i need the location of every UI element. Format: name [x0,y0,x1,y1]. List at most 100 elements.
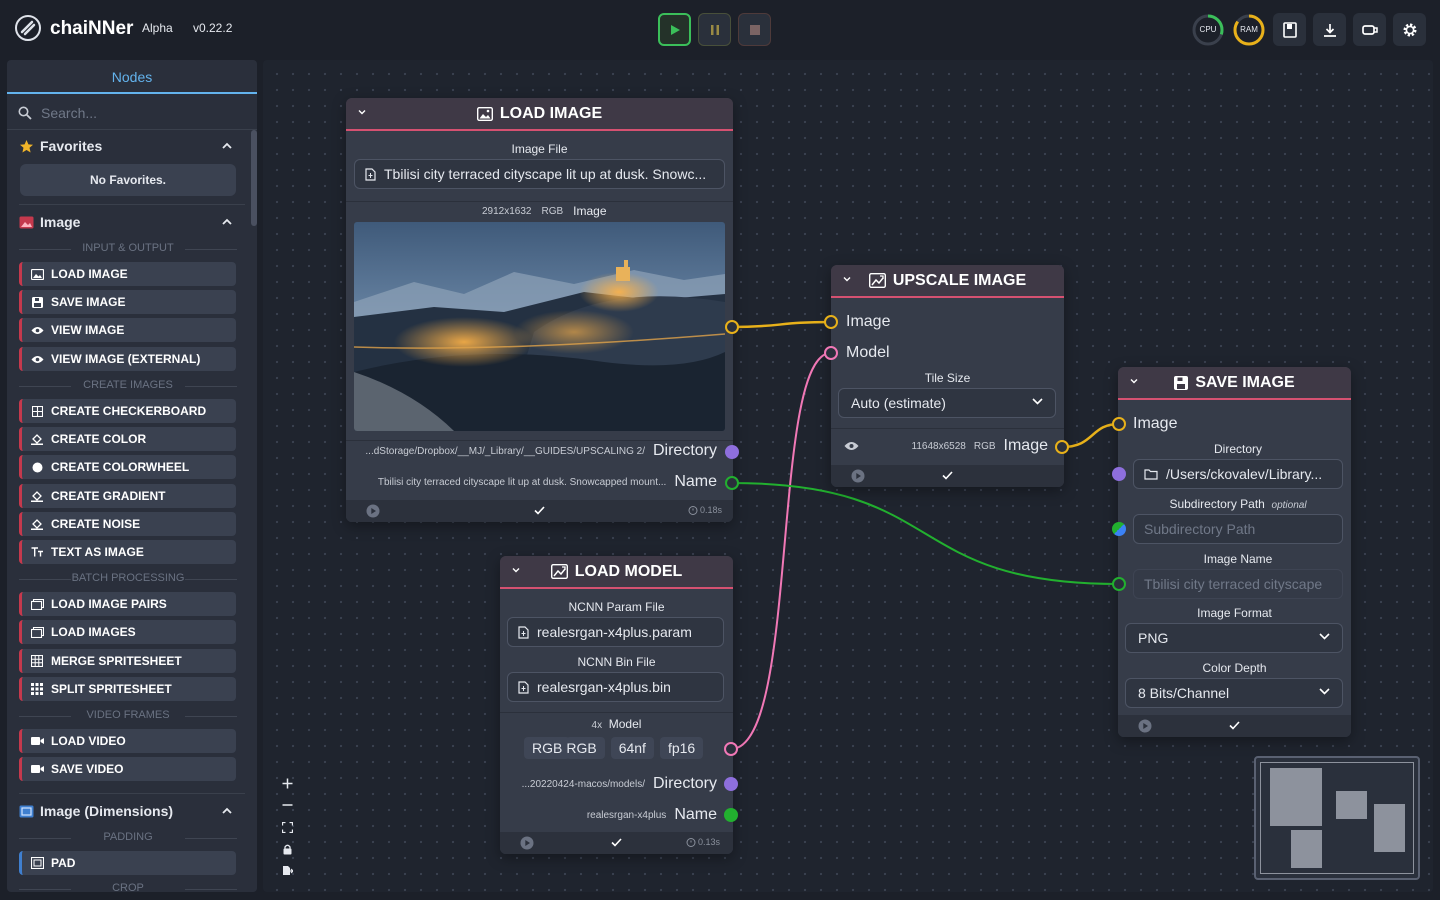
model-output-label: Model [608,717,642,731]
pause-button[interactable] [698,13,731,46]
chevron-down-icon[interactable] [843,276,851,282]
download-button[interactable] [1313,13,1346,46]
fit-view-button[interactable] [278,818,296,836]
model-output-handle[interactable] [724,742,738,756]
sidebar-item-load-image[interactable]: LOAD IMAGE [19,262,236,286]
sidebar-item-create-color[interactable]: CREATE COLOR [19,427,236,451]
save-subdirectory-handle[interactable] [1112,522,1126,536]
upscale-model-input-handle[interactable] [824,346,838,360]
chevron-up-icon[interactable] [221,218,233,226]
node-header[interactable]: LOAD MODEL [500,556,733,589]
eye-icon[interactable] [844,441,859,451]
directory-field[interactable]: /Users/ckovalev/Library... [1133,459,1343,489]
model-tag: fp16 [659,737,704,759]
color-depth-label: Color Depth [1202,661,1267,675]
support-button[interactable] [1353,13,1386,46]
node-header[interactable]: SAVE IMAGE [1118,367,1351,400]
floppy-icon [29,296,45,308]
save-image-input-handle[interactable] [1112,417,1126,431]
directory-value: ...dStorage/Dropbox/__MJ/_Library/__GUID… [365,445,645,457]
image-name-field: Tbilisi city terraced cityscape [1133,569,1343,599]
node-search[interactable]: Search... [7,96,257,130]
chevron-down-icon[interactable] [358,109,366,115]
stop-button[interactable] [738,13,771,46]
node-header[interactable]: LOAD IMAGE [346,98,733,131]
play-circle-icon[interactable] [851,469,865,483]
run-button[interactable] [658,13,691,46]
play-circle-icon[interactable] [1138,719,1152,733]
sidebar-item-split-spritesheet[interactable]: SPLIT SPRITESHEET [19,677,236,701]
sidebar-item-save-image[interactable]: SAVE IMAGE [19,290,236,314]
chevron-up-icon[interactable] [221,142,233,150]
image-format-select[interactable]: PNG [1125,623,1343,653]
sidebar-item-create-gradient[interactable]: CREATE GRADIENT [19,484,236,508]
upscaled-output: 11648x6528 RGB Image [912,437,1048,455]
save-image-node[interactable]: SAVE IMAGE Image Directory /Users/ckoval… [1118,367,1351,737]
directory-output-handle[interactable] [725,445,739,459]
chevron-down-icon[interactable] [1130,378,1138,384]
sidebar-item-save-video[interactable]: SAVE VIDEO [19,757,236,781]
zoom-out-button[interactable] [278,796,296,814]
sidebar-item-load-video[interactable]: LOAD VIDEO [19,729,236,753]
settings-button[interactable] [1393,13,1426,46]
color-depth-select[interactable]: 8 Bits/Channel [1125,678,1343,708]
floppy-icon [1174,375,1189,390]
circle-icon [29,462,45,473]
upscale-image-output-handle[interactable] [1055,440,1069,454]
sidebar-item-load-image-pairs[interactable]: LOAD IMAGE PAIRS [19,592,236,616]
image-input-label: Image [846,313,891,330]
sidebar-item-pad[interactable]: PAD [19,851,236,875]
lock-button[interactable] [278,840,296,858]
model-icon [550,564,568,579]
upscale-image-node[interactable]: UPSCALE IMAGE Image Model Tile Size Auto… [831,265,1064,487]
param-file-field[interactable]: realesrgan-x4plus.param [507,617,724,647]
save-file-button[interactable] [1273,13,1306,46]
chevron-up-icon[interactable] [221,807,233,815]
chevron-down-icon[interactable] [512,567,520,573]
node-footer: 0.13s [500,832,733,854]
sidebar-item-merge-spritesheet[interactable]: MERGE SPRITESHEET [19,649,236,673]
sidebar-item-load-images[interactable]: LOAD IMAGES [19,620,236,644]
save-name-input-handle[interactable] [1112,577,1126,591]
minimap-node [1374,804,1405,852]
subdirectory-label-row: Subdirectory Path optional [1118,497,1351,511]
sidebar-item-create-colorwheel[interactable]: CREATE COLORWHEEL [19,455,236,479]
subdirectory-label: Subdirectory Path [1169,497,1265,511]
ram-label: RAM [1240,25,1258,34]
image-output-handle[interactable] [725,320,739,334]
image-category-header[interactable]: Image [19,214,80,230]
sidebar-item-create-checkerboard[interactable]: CREATE CHECKERBOARD [19,399,236,423]
sidebar-item-text-as-image[interactable]: TEXT AS IMAGE [19,540,236,564]
minimap-node [1336,791,1367,819]
search-input[interactable]: Search... [41,105,97,121]
video-icon [29,764,45,774]
divider [19,204,245,205]
play-circle-icon[interactable] [366,504,380,518]
model-name-handle[interactable] [724,808,738,822]
export-button[interactable] [278,861,296,879]
model-directory-handle[interactable] [724,777,738,791]
sidebar-item-view-image-external[interactable]: VIEW IMAGE (EXTERNAL) [19,347,236,371]
checkmark-icon [942,471,953,480]
load-model-node[interactable]: LOAD MODEL NCNN Param File realesrgan-x4… [500,556,733,854]
grid-dots-icon [29,683,45,695]
image-dimensions-header[interactable]: Image (Dimensions) [19,803,173,819]
name-output-handle[interactable] [725,476,739,490]
minimap[interactable] [1254,756,1420,880]
tile-size-select[interactable]: Auto (estimate) [838,388,1056,418]
zoom-in-button[interactable] [278,774,296,792]
sidebar-item-create-noise[interactable]: CREATE NOISE [19,512,236,536]
sidebar-item-view-image[interactable]: VIEW IMAGE [19,318,236,342]
image-format-label: Image Format [1197,606,1272,620]
sidebar-scrollbar[interactable] [251,130,257,226]
favorites-header[interactable]: Favorites [19,138,102,154]
load-image-node[interactable]: LOAD IMAGE Image File Tbilisi city terra… [346,98,733,522]
play-circle-icon[interactable] [520,836,534,850]
image-file-field[interactable]: Tbilisi city terraced cityscape lit up a… [354,159,725,189]
save-directory-handle[interactable] [1112,467,1126,481]
upscale-image-input-handle[interactable] [824,315,838,329]
node-header[interactable]: UPSCALE IMAGE [831,265,1064,298]
tab-nodes[interactable]: Nodes [7,60,257,94]
bin-file-field[interactable]: realesrgan-x4plus.bin [507,672,724,702]
subdirectory-input[interactable]: Subdirectory Path [1133,514,1343,544]
